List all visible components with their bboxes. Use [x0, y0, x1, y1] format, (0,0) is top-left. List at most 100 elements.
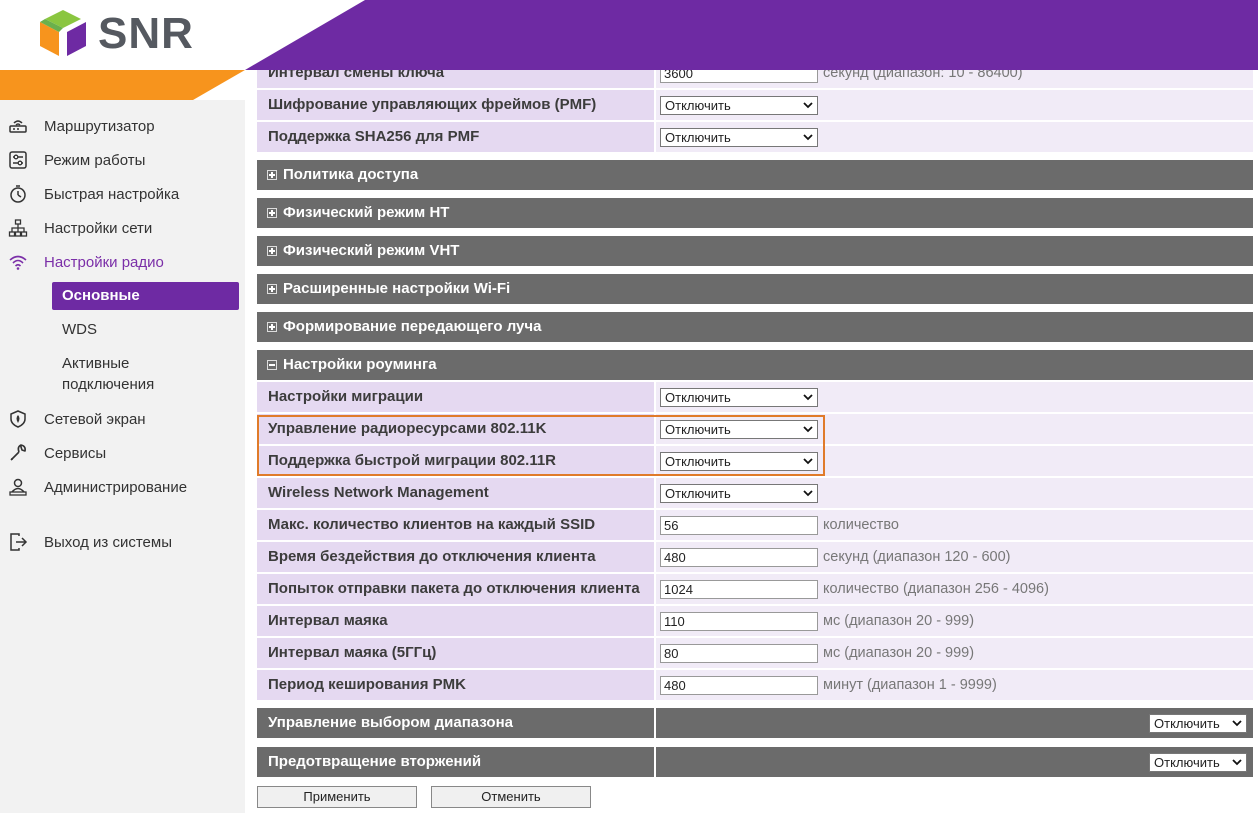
network-icon	[8, 219, 28, 237]
row-idle-timeout: Время бездействия до отключения клиента …	[257, 542, 1253, 572]
intrusion-prevention-select[interactable]: Отключить	[1149, 753, 1247, 772]
row-wnm: Wireless Network Management Отключить	[257, 478, 1253, 508]
sidebar-item-quick-setup[interactable]: Быстрая настройка	[0, 177, 245, 211]
row-pmf: Шифрование управляющих фреймов (PMF) Отк…	[257, 90, 1253, 120]
chevron-down-icon	[803, 394, 813, 401]
row-80211r: Поддержка быстрой миграции 802.11R Отклю…	[257, 446, 1253, 476]
sidebar-item-admin[interactable]: Администрирование	[0, 470, 245, 504]
logo-text: SNR	[98, 9, 194, 58]
row-unit: мс (диапазон 20 - 999)	[823, 613, 975, 629]
chevron-down-icon	[803, 458, 813, 465]
pmf-select[interactable]: Отключить	[660, 96, 818, 115]
sidebar-item-logout[interactable]: Выход из системы	[0, 525, 245, 559]
sidebar-subitem-basic[interactable]: Основные	[52, 282, 239, 310]
router-icon	[9, 120, 27, 133]
sha256-select[interactable]: Отключить	[660, 128, 818, 147]
sidebar-item-label: Сетевой экран	[44, 410, 146, 428]
sidebar-item-label: Администрирование	[44, 478, 188, 496]
sidebar-item-services[interactable]: Сервисы	[0, 436, 245, 470]
row-unit: секунд (диапазон 120 - 600)	[823, 549, 1011, 565]
beacon-interval-input[interactable]	[660, 612, 818, 631]
expand-icon	[267, 284, 277, 294]
cancel-button[interactable]: Отменить	[431, 786, 591, 808]
sidebar-item-label: Настройки сети	[44, 219, 153, 237]
beacon-interval-5ghz-input[interactable]	[660, 644, 818, 663]
expand-icon	[267, 322, 277, 332]
sidebar-item-label: Быстрая настройка	[44, 185, 180, 203]
row-label: Поддержка быстрой миграции 802.11R	[257, 446, 654, 476]
expand-icon	[267, 170, 277, 180]
migration-select[interactable]: Отключить	[660, 388, 818, 407]
row-sha256: Поддержка SHA256 для PMF Отключить	[257, 122, 1253, 152]
section-band-steering: Управление выбором диапазона Отключить	[257, 708, 1253, 738]
row-label: Макс. количество клиентов на каждый SSID	[257, 510, 654, 540]
section-ht-mode[interactable]: Физический режим HT	[257, 198, 1253, 228]
row-unit: мс (диапазон 20 - 999)	[823, 645, 975, 661]
sidebar-item-mode[interactable]: Режим работы	[0, 143, 245, 177]
stopwatch-icon	[10, 185, 26, 203]
chevron-down-icon	[803, 426, 813, 433]
section-access-policy[interactable]: Политика доступа	[257, 160, 1253, 190]
sidebar: Маршрутизатор Режим работы Быстрая настр…	[0, 100, 245, 813]
row-unit: количество (диапазон 256 - 4096)	[823, 581, 1049, 597]
chevron-down-icon	[803, 102, 813, 109]
section-beamforming[interactable]: Формирование передающего луча	[257, 312, 1253, 342]
row-retry-count: Попыток отправки пакета до отключения кл…	[257, 574, 1253, 604]
row-label: Период кеширования PMK	[257, 670, 654, 700]
section-roaming[interactable]: Настройки роуминга	[257, 350, 1253, 380]
wrench-icon	[10, 444, 26, 461]
chevron-down-icon	[1232, 720, 1242, 727]
retry-count-input[interactable]	[660, 580, 818, 599]
sidebar-subitem-active-connections[interactable]: Активные подключения	[52, 353, 202, 395]
expand-icon	[267, 208, 277, 218]
section-intrusion-prevention: Предотвращение вторжений Отключить	[257, 747, 1253, 777]
row-pmk-cache: Период кеширования PMK минут (диапазон 1…	[257, 670, 1253, 700]
logo-overlay[interactable]: SNR	[38, 8, 194, 60]
shield-icon	[10, 410, 26, 428]
sidebar-item-label: Настройки радио	[44, 253, 164, 271]
idle-timeout-input[interactable]	[660, 548, 818, 567]
sidebar-item-network[interactable]: Настройки сети	[0, 211, 245, 245]
section-label: Управление выбором диапазона	[257, 708, 654, 738]
wnm-select[interactable]: Отключить	[660, 484, 818, 503]
row-beacon-interval-5ghz: Интервал маяка (5ГГц) мс (диапазон 20 - …	[257, 638, 1253, 668]
row-migration: Настройки миграции Отключить	[257, 382, 1253, 412]
row-unit: минут (диапазон 1 - 9999)	[823, 677, 997, 693]
sidebar-subitem-wds[interactable]: WDS	[52, 319, 239, 341]
row-label: Управление радиоресурсами 802.11K	[257, 414, 654, 444]
section-label: Предотвращение вторжений	[257, 747, 654, 777]
row-beacon-interval: Интервал маяка мс (диапазон 20 - 999)	[257, 606, 1253, 636]
80211r-select[interactable]: Отключить	[660, 452, 818, 471]
row-80211k: Управление радиоресурсами 802.11K Отключ…	[257, 414, 1253, 444]
sidebar-item-radio[interactable]: Настройки радио	[0, 245, 245, 279]
chevron-down-icon	[1232, 759, 1242, 766]
collapse-icon	[267, 360, 277, 370]
80211k-select[interactable]: Отключить	[660, 420, 818, 439]
row-label: Время бездействия до отключения клиента	[257, 542, 654, 572]
snr-logo-icon	[40, 10, 86, 56]
chevron-down-icon	[803, 490, 813, 497]
admin-icon	[9, 478, 27, 496]
logout-icon	[10, 533, 28, 551]
section-advanced-wifi[interactable]: Расширенные настройки Wi-Fi	[257, 274, 1253, 304]
sidebar-item-firewall[interactable]: Сетевой экран	[0, 402, 245, 436]
section-vht-mode[interactable]: Физический режим VHT	[257, 236, 1253, 266]
row-label: Интервал маяка	[257, 606, 654, 636]
row-unit: количество	[823, 517, 899, 533]
max-clients-input[interactable]	[660, 516, 818, 535]
sidebar-item-label: Выход из системы	[44, 533, 172, 551]
chevron-down-icon	[803, 134, 813, 141]
band-steering-select[interactable]: Отключить	[1149, 714, 1247, 733]
row-label: Поддержка SHA256 для PMF	[257, 122, 654, 152]
row-label: Попыток отправки пакета до отключения кл…	[257, 574, 654, 604]
sidebar-item-label: Сервисы	[44, 444, 107, 462]
apply-button[interactable]: Применить	[257, 786, 417, 808]
sidebar-item-router[interactable]: Маршрутизатор	[0, 109, 245, 143]
row-max-clients: Макс. количество клиентов на каждый SSID…	[257, 510, 1253, 540]
sidebar-item-label: Маршрутизатор	[44, 117, 155, 135]
sidebar-item-label: Режим работы	[44, 151, 146, 169]
row-label: Wireless Network Management	[257, 478, 654, 508]
row-label: Шифрование управляющих фреймов (PMF)	[257, 90, 654, 120]
mode-icon	[9, 151, 27, 169]
pmk-cache-input[interactable]	[660, 676, 818, 695]
